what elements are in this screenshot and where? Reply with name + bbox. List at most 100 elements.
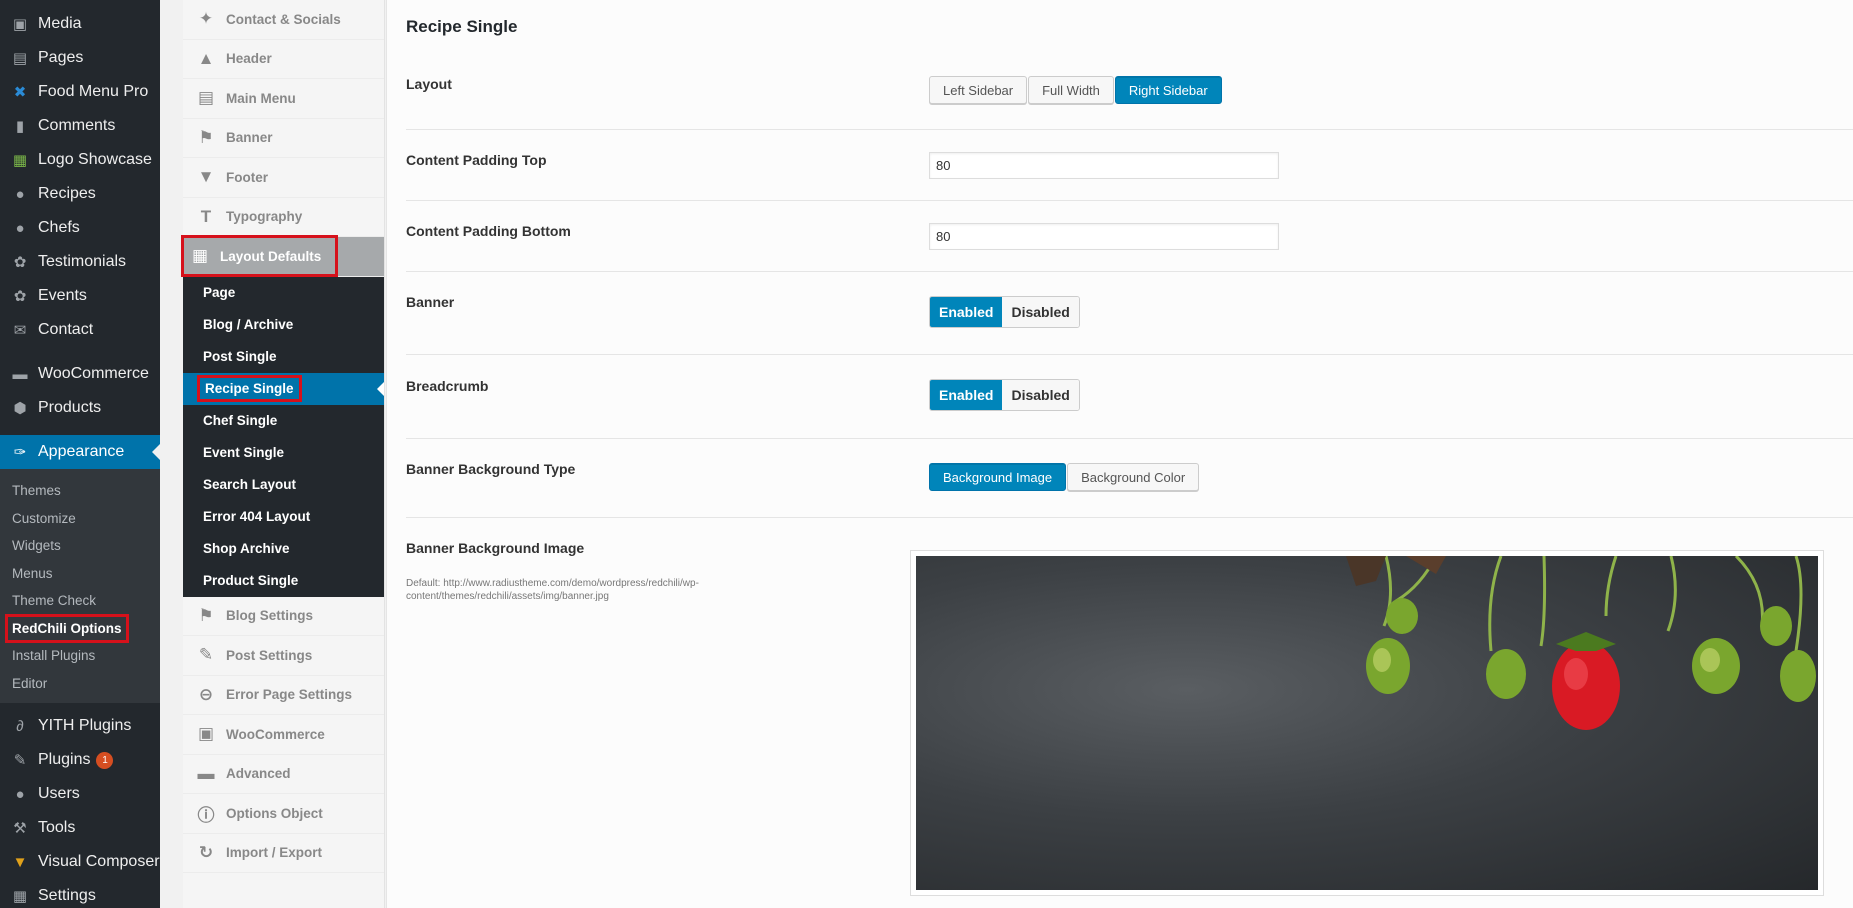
breadcrumb-disabled-button[interactable]: Disabled <box>1002 380 1079 410</box>
css-icon: ▬ <box>197 763 215 783</box>
layout-right-sidebar-button[interactable]: Right Sidebar <box>1114 76 1222 104</box>
layout-left-sidebar-button[interactable]: Left Sidebar <box>929 76 1028 104</box>
opt-error-page-settings[interactable]: ⊖ Error Page Settings <box>183 676 384 715</box>
refresh-icon: ↻ <box>198 842 214 862</box>
menu-settings[interactable]: ▦ Settings <box>0 879 160 908</box>
padding-top-input[interactable]: 80 <box>929 152 1279 179</box>
options-panel-menu: ✦ Contact & Socials ▲ Header ▤ Main Menu ⚑ B… <box>180 0 385 908</box>
opt-sub-blog-archive[interactable]: Blog / Archive <box>183 309 384 341</box>
banner-bg-image-label: Banner Background Image <box>406 540 585 556</box>
menu-media[interactable]: ▣ Media <box>0 7 160 41</box>
banner-switch: Enabled Disabled <box>929 296 1080 328</box>
appearance-icon: ✑ <box>13 444 27 461</box>
submenu-theme-check[interactable]: Theme Check <box>0 587 160 615</box>
banner-bg-image-description: Default: http://www.radiustheme.com/demo… <box>406 578 699 602</box>
submenu-install-plugins[interactable]: Install Plugins <box>0 642 160 670</box>
flag-icon: ⚑ <box>198 127 214 147</box>
layout-defaults-submenu: Page Blog / Archive Post Single Recipe S… <box>183 276 384 597</box>
tools-icon: ⚒ <box>13 820 27 837</box>
opt-sub-page[interactable]: Page <box>183 277 384 309</box>
padding-top-row: Content Padding Top 80 <box>406 130 1853 201</box>
submenu-themes[interactable]: Themes <box>0 477 160 505</box>
opt-options-object[interactable]: ⓘ Options Object <box>183 794 384 834</box>
opt-sub-recipe-single[interactable]: Recipe Single <box>183 372 384 405</box>
submenu-menus[interactable]: Menus <box>0 560 160 588</box>
menu-comments[interactable]: ▮ Comments <box>0 109 160 143</box>
banner-row: Banner Enabled Disabled <box>406 272 1853 355</box>
opt-sub-chef-single[interactable]: Chef Single <box>183 405 384 437</box>
layout-button-group: Left Sidebar Full Width Right Sidebar <box>929 76 1223 104</box>
menu-testimonials[interactable]: ✿ Testimonials <box>0 245 160 279</box>
banner-bg-type-button-group: Background Image Background Color <box>929 463 1200 491</box>
settings-icon: ▦ <box>12 888 28 905</box>
padding-bottom-row: Content Padding Bottom 80 <box>406 201 1853 272</box>
opt-banner[interactable]: ⚑ Banner <box>183 119 384 158</box>
banner-image-preview[interactable] <box>910 550 1824 896</box>
opt-footer[interactable]: ▼ Footer <box>183 158 384 198</box>
menu-recipes[interactable]: ● Recipes <box>0 177 160 211</box>
testimonials-icon: ✿ <box>13 254 27 271</box>
opt-sub-search-layout[interactable]: Search Layout <box>183 469 384 501</box>
banner-disabled-button[interactable]: Disabled <box>1002 297 1079 327</box>
menu-events[interactable]: ✿ Events <box>0 279 160 313</box>
submenu-customize[interactable]: Customize <box>0 505 160 533</box>
opt-sub-shop-archive[interactable]: Shop Archive <box>183 533 384 565</box>
menu-woocommerce[interactable]: ▬ WooCommerce <box>0 357 160 391</box>
bg-color-button[interactable]: Background Color <box>1067 463 1200 491</box>
opt-sub-product-single[interactable]: Product Single <box>183 565 384 597</box>
menu-tools[interactable]: ⚒ Tools <box>0 811 160 845</box>
menu-users[interactable]: ● Users <box>0 777 160 811</box>
pages-icon: ▤ <box>12 50 28 67</box>
appearance-submenu: Themes Customize Widgets Menus Theme Che… <box>0 469 160 703</box>
opt-import-export[interactable]: ↻ Import / Export <box>183 834 384 873</box>
breadcrumb-switch: Enabled Disabled <box>929 379 1080 411</box>
cart-icon: ▣ <box>197 724 215 744</box>
woocommerce-icon: ▬ <box>12 365 28 383</box>
opt-sub-error-404-layout[interactable]: Error 404 Layout <box>183 501 384 533</box>
visual-composer-icon: ▼ <box>12 853 28 871</box>
bg-image-button[interactable]: Background Image <box>929 463 1067 491</box>
layout-full-width-button[interactable]: Full Width <box>1028 76 1114 104</box>
menu-plugins[interactable]: ✎ Plugins 1 <box>0 743 160 777</box>
yith-icon: ∂ <box>16 717 24 735</box>
padding-bottom-label: Content Padding Bottom <box>406 223 571 239</box>
opt-typography[interactable]: T Typography <box>183 198 384 237</box>
main-menu-icon: ▤ <box>197 88 215 108</box>
plugins-icon: ✎ <box>13 752 27 769</box>
breadcrumb-enabled-button[interactable]: Enabled <box>930 380 1003 410</box>
menu-food-menu-pro[interactable]: ✖ Food Menu Pro <box>0 75 160 109</box>
edit-icon: ✎ <box>198 645 214 665</box>
opt-main-menu[interactable]: ▤ Main Menu <box>183 79 384 119</box>
opt-advanced[interactable]: ▬ Advanced <box>183 755 384 794</box>
menu-logo-showcase[interactable]: ▦ Logo Showcase <box>0 143 160 177</box>
submenu-editor[interactable]: Editor <box>0 670 160 698</box>
opt-sub-event-single[interactable]: Event Single <box>183 437 384 469</box>
menu-products[interactable]: ⬢ Products <box>0 391 160 425</box>
users-icon: ● <box>15 785 25 803</box>
events-icon: ✿ <box>13 288 27 305</box>
opt-post-settings[interactable]: ✎ Post Settings <box>183 636 384 676</box>
banner-enabled-button[interactable]: Enabled <box>930 297 1003 327</box>
twitter-icon: ✦ <box>198 9 214 29</box>
menu-pages[interactable]: ▤ Pages <box>0 41 160 75</box>
submenu-widgets[interactable]: Widgets <box>0 532 160 560</box>
opt-blog-settings[interactable]: ⚑ Blog Settings <box>183 597 384 636</box>
info-icon: ⓘ <box>197 805 215 825</box>
menu-visual-composer[interactable]: ▼ Visual Composer <box>0 845 160 879</box>
tags-icon: ⚑ <box>198 605 214 625</box>
menu-contact[interactable]: ✉ Contact <box>0 313 160 347</box>
chefs-icon: ● <box>15 219 25 237</box>
settings-main: Recipe Single Layout Left Sidebar Full W… <box>386 0 1853 908</box>
opt-woocommerce[interactable]: ▣ WooCommerce <box>183 715 384 755</box>
food-menu-icon: ✖ <box>13 84 27 101</box>
opt-sub-post-single[interactable]: Post Single <box>183 341 384 373</box>
opt-contact-socials[interactable]: ✦ Contact & Socials <box>183 0 384 40</box>
opt-layout-defaults[interactable]: ▦ Layout Defaults <box>180 235 384 278</box>
menu-appearance[interactable]: ✑ Appearance <box>0 435 160 469</box>
menu-yith-plugins[interactable]: ∂ YITH Plugins <box>0 709 160 743</box>
opt-header[interactable]: ▲ Header <box>183 40 384 79</box>
menu-chefs[interactable]: ● Chefs <box>0 211 160 245</box>
submenu-redchili-options[interactable]: RedChili Options <box>0 613 160 643</box>
padding-bottom-input[interactable]: 80 <box>929 223 1279 250</box>
layout-label: Layout <box>406 76 452 92</box>
